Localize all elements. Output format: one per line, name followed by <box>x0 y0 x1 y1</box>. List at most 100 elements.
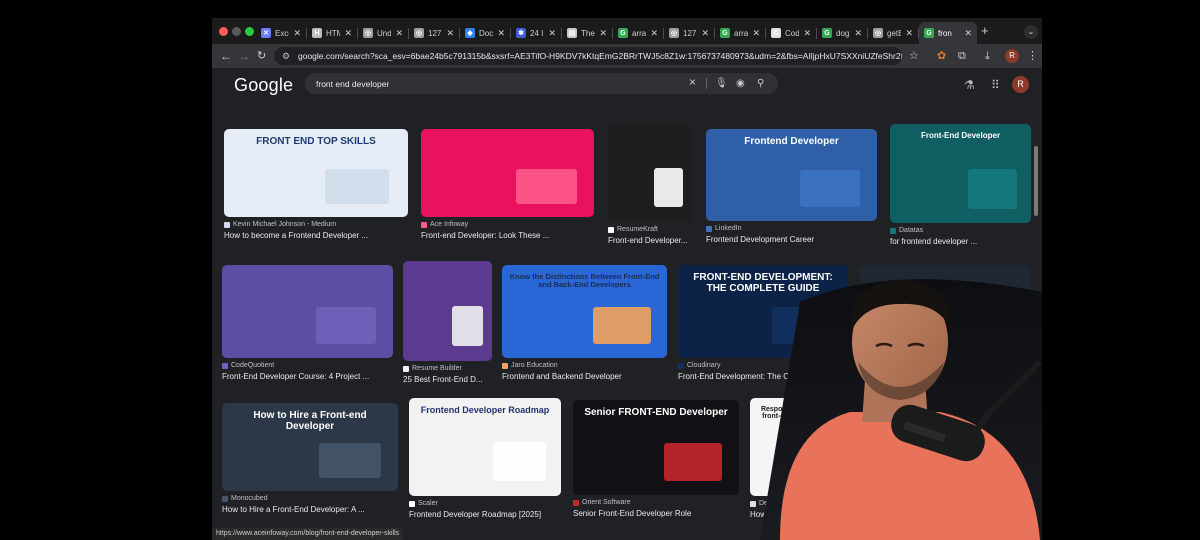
result-title[interactable]: Frontend and Backend Developer <box>502 372 671 381</box>
tab-close-icon[interactable]: ✕ <box>854 28 862 39</box>
site-info-icon[interactable]: ⚙ <box>282 47 290 65</box>
tab-6[interactable]: ✱ 24 I ✕ <box>511 22 561 44</box>
address-bar[interactable]: ⚙ google.com/search?sca_esv=6bae24b5c791… <box>274 47 902 65</box>
image-result-card[interactable]: Senior FRONT-END Developer Orient Softwar… <box>573 400 743 523</box>
tab-close-icon[interactable]: ✕ <box>964 28 972 39</box>
result-title[interactable]: How to become a Frontend Developer ... <box>224 231 412 240</box>
result-title[interactable]: Front-End Developer Course: 4 Project ..… <box>222 372 397 381</box>
search-input[interactable] <box>316 76 676 91</box>
tab-12[interactable]: Gdog ✕ <box>817 22 867 44</box>
result-title[interactable]: for frontend developer ... <box>890 237 1035 246</box>
tab-close-icon[interactable]: ✕ <box>344 28 352 39</box>
result-title[interactable]: Frontend Development Career <box>706 235 881 244</box>
tab-close-icon[interactable]: ✕ <box>293 28 301 39</box>
result-title[interactable]: Front-end Developer: Look These ... <box>421 231 598 240</box>
tab-9[interactable]: ◎ 127. ✕ <box>664 22 714 44</box>
result-thumbnail[interactable] <box>403 261 492 361</box>
clear-search-icon[interactable]: × <box>689 76 696 89</box>
result-thumbnail[interactable]: Frontend Developer Roadmap <box>409 398 561 496</box>
tab-4[interactable]: ◎ 127. ✕ <box>409 22 459 44</box>
tab-close-icon[interactable]: ✕ <box>701 28 709 39</box>
google-account-avatar[interactable]: R <box>1012 76 1029 93</box>
tab-8[interactable]: Garra ✕ <box>613 22 663 44</box>
tab-14[interactable]: Gfron ✕ <box>919 22 977 44</box>
tab-13[interactable]: ◎ getE ✕ <box>868 22 918 44</box>
image-result-card[interactable]: FRONT END TOP SKILLS Kevin Michael Johnso… <box>224 129 412 245</box>
result-source[interactable]: Cloudinary <box>678 362 720 369</box>
profile-avatar[interactable]: R <box>1005 49 1019 63</box>
result-source[interactable]: Monocubed <box>222 495 268 502</box>
tab-close-icon[interactable]: ✕ <box>599 28 607 39</box>
back-arrow-icon[interactable]: ← <box>220 49 232 63</box>
search-box[interactable]: × 🎙 ◉ ⚲ <box>305 73 778 94</box>
result-source[interactable]: Kevin Michael Johnson - Medium <box>224 221 336 228</box>
image-result-card[interactable]: Resume Builder 25 Best Front-End D... <box>403 261 496 389</box>
result-title[interactable]: 25 Best Front-End D... <box>403 375 496 384</box>
result-title[interactable]: How to Hire a Front-End Developer: A ... <box>222 505 402 514</box>
tab-10[interactable]: Garra ✕ <box>715 22 765 44</box>
bookmark-star-icon[interactable]: ☆ <box>909 49 919 63</box>
result-source[interactable]: CodeQuotient <box>222 362 274 369</box>
new-tab-button[interactable]: + <box>981 23 989 38</box>
search-icon[interactable]: ⚲ <box>757 77 764 90</box>
tab-close-icon[interactable]: ✕ <box>548 28 556 39</box>
google-logo[interactable]: Google <box>234 75 293 96</box>
result-source[interactable]: Datatas <box>890 227 923 234</box>
image-result-card[interactable]: How to Hire a Front-end Developer Monocub… <box>222 403 402 519</box>
result-thumbnail[interactable]: Know the Distinctions Between Front-End … <box>502 265 667 358</box>
tab-2[interactable]: H HTM ✕ <box>307 22 357 44</box>
result-thumbnail[interactable]: Front-End Developer <box>890 124 1031 223</box>
result-source[interactable]: Ace Infoway <box>421 221 468 228</box>
apps-grid-icon[interactable]: ⠿ <box>991 78 1000 92</box>
tab-close-icon[interactable]: ✕ <box>905 28 913 39</box>
tab-3[interactable]: ◎ Undo✕ <box>358 22 408 44</box>
result-source[interactable]: Jaro Education <box>502 362 558 369</box>
tab-close-icon[interactable]: ✕ <box>446 28 454 39</box>
result-title[interactable]: Front-end Developer... <box>608 236 696 245</box>
result-thumbnail[interactable]: How to Hire a Front-end Developer <box>222 403 398 491</box>
tab-close-icon[interactable]: ✕ <box>395 28 403 39</box>
result-title[interactable]: Senior Front-End Developer Role <box>573 509 743 518</box>
scrollbar[interactable] <box>1034 146 1038 216</box>
image-result-card[interactable]: Ace Infoway Front-end Developer: Look The… <box>421 129 598 245</box>
result-thumbnail[interactable] <box>608 124 692 222</box>
minimize-window-button[interactable] <box>232 27 241 36</box>
browser-menu-icon[interactable]: ⋮ <box>1027 49 1038 63</box>
download-icon[interactable]: ⤓ <box>985 49 990 63</box>
result-thumbnail[interactable]: FRONT END TOP SKILLS <box>224 129 408 217</box>
forward-arrow-icon[interactable]: → <box>238 49 250 63</box>
image-result-card[interactable]: Know the Distinctions Between Front-End … <box>502 265 671 386</box>
result-source[interactable]: LinkedIn <box>706 225 741 232</box>
result-source[interactable]: Orient Software <box>573 499 631 506</box>
extension-icon[interactable]: ✿ <box>937 49 946 63</box>
result-source[interactable]: ResumeKraft <box>608 226 658 233</box>
result-source[interactable]: Scaler <box>409 500 438 507</box>
tab-close-icon[interactable]: ✕ <box>752 28 760 39</box>
tab-5[interactable]: ◆ Doc ✕ <box>460 22 510 44</box>
tab-close-icon[interactable]: ✕ <box>497 28 505 39</box>
lens-search-icon[interactable]: ◉ <box>736 77 745 90</box>
result-thumbnail[interactable] <box>222 265 393 358</box>
tab-close-icon[interactable]: ✕ <box>650 28 658 39</box>
labs-flask-icon[interactable]: ⚗ <box>964 78 975 92</box>
tab-11[interactable]: C Cod ✕ <box>766 22 816 44</box>
tab-1[interactable]: ✕ Exce ✕ <box>256 22 306 44</box>
tab-close-icon[interactable]: ✕ <box>803 28 811 39</box>
image-result-card[interactable]: Frontend Developer Roadmap Scaler Frontend… <box>409 398 565 524</box>
result-source[interactable]: Resume Builder <box>403 365 462 372</box>
result-thumbnail[interactable]: Frontend Developer <box>706 129 877 221</box>
image-result-card[interactable]: ResumeKraft Front-end Developer... <box>608 124 696 250</box>
result-thumbnail[interactable]: Senior FRONT-END Developer <box>573 400 739 495</box>
voice-search-icon[interactable]: 🎙 <box>715 77 728 90</box>
image-result-card[interactable]: Frontend Developer LinkedIn Frontend Devel… <box>706 129 881 249</box>
close-window-button[interactable] <box>219 27 228 36</box>
result-title[interactable]: Frontend Developer Roadmap [2025] <box>409 510 565 519</box>
reload-icon[interactable]: ↻ <box>257 49 266 63</box>
result-thumbnail[interactable] <box>421 129 594 217</box>
extensions-puzzle-icon[interactable]: ⧉ <box>958 49 966 63</box>
image-result-card[interactable]: Front-End Developer Datatas for frontend d… <box>890 124 1035 251</box>
tab-search-icon[interactable]: ⌄ <box>1024 25 1038 39</box>
maximize-window-button[interactable] <box>245 27 254 36</box>
tab-7[interactable]: ▤ The ✕ <box>562 22 612 44</box>
image-result-card[interactable]: CodeQuotient Front-End Developer Course: … <box>222 265 397 386</box>
